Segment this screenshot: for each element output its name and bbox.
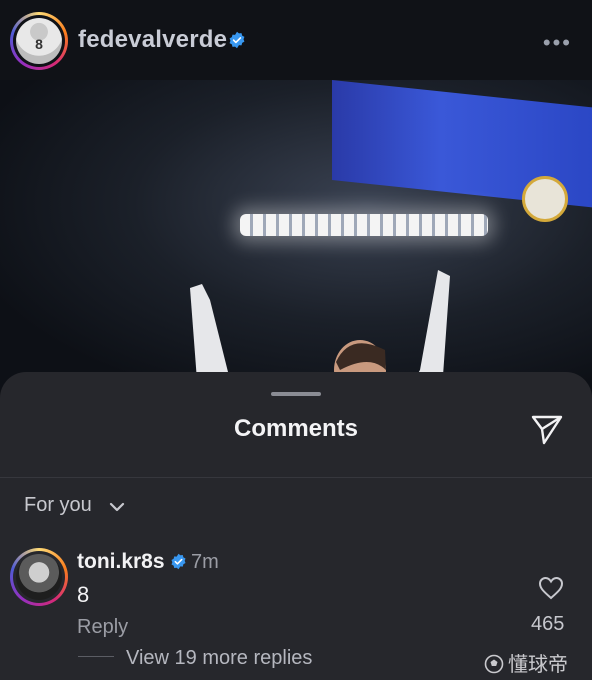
football-icon	[484, 654, 504, 674]
club-crest-icon	[522, 176, 568, 222]
divider	[0, 477, 592, 478]
verified-badge-icon	[171, 553, 186, 570]
post-header: 8 fedevalverde •••	[0, 0, 592, 80]
watermark-text: 懂球帝	[508, 654, 568, 676]
like-count: 465	[531, 613, 565, 635]
avatar-image	[16, 554, 62, 600]
view-replies-button[interactable]: View 19 more replies	[126, 647, 312, 670]
commenter-avatar[interactable]	[10, 548, 68, 606]
more-options-icon[interactable]: •••	[543, 30, 572, 56]
post-photo[interactable]	[0, 80, 592, 390]
reply-button[interactable]: Reply	[77, 616, 128, 639]
stadium-lights	[240, 214, 488, 236]
replies-divider	[78, 656, 114, 657]
watermark: 懂球帝	[484, 648, 568, 677]
sheet-title: Comments	[233, 415, 359, 442]
jersey-number: 8	[35, 36, 43, 52]
comment-filter-dropdown[interactable]: For you	[24, 494, 92, 517]
post-author-username[interactable]: fedevalverde	[78, 26, 227, 54]
avatar-image: 8	[16, 18, 62, 64]
send-icon[interactable]	[530, 412, 564, 446]
heart-icon[interactable]	[538, 576, 564, 600]
commenter-username[interactable]: toni.kr8s	[77, 550, 165, 574]
comments-sheet: Comments For you toni.kr8s 7m 8 Reply 46…	[0, 372, 592, 680]
chevron-down-icon[interactable]	[108, 498, 126, 516]
comment-timestamp: 7m	[191, 551, 219, 573]
comment-text: 8	[77, 582, 90, 607]
verified-badge-icon	[229, 31, 245, 49]
drag-handle[interactable]	[271, 392, 321, 396]
post-author-avatar[interactable]: 8	[10, 12, 68, 70]
